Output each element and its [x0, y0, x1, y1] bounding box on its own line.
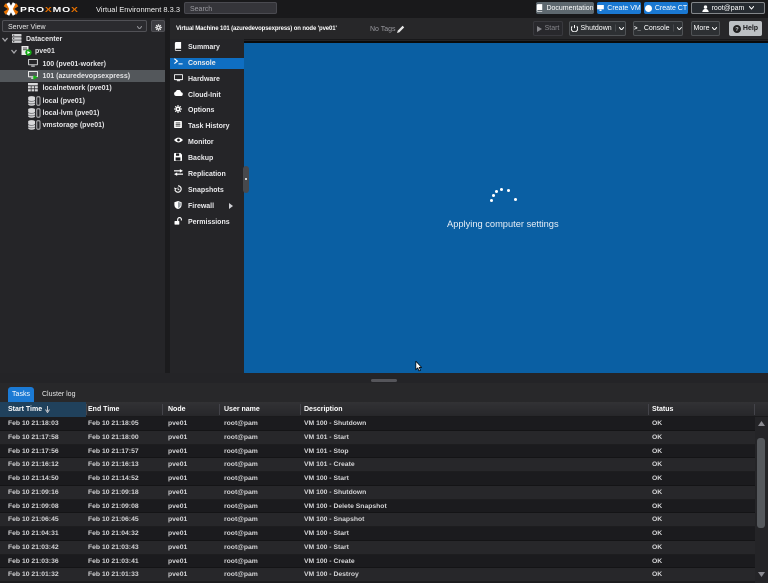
- svg-text:?: ?: [735, 27, 739, 33]
